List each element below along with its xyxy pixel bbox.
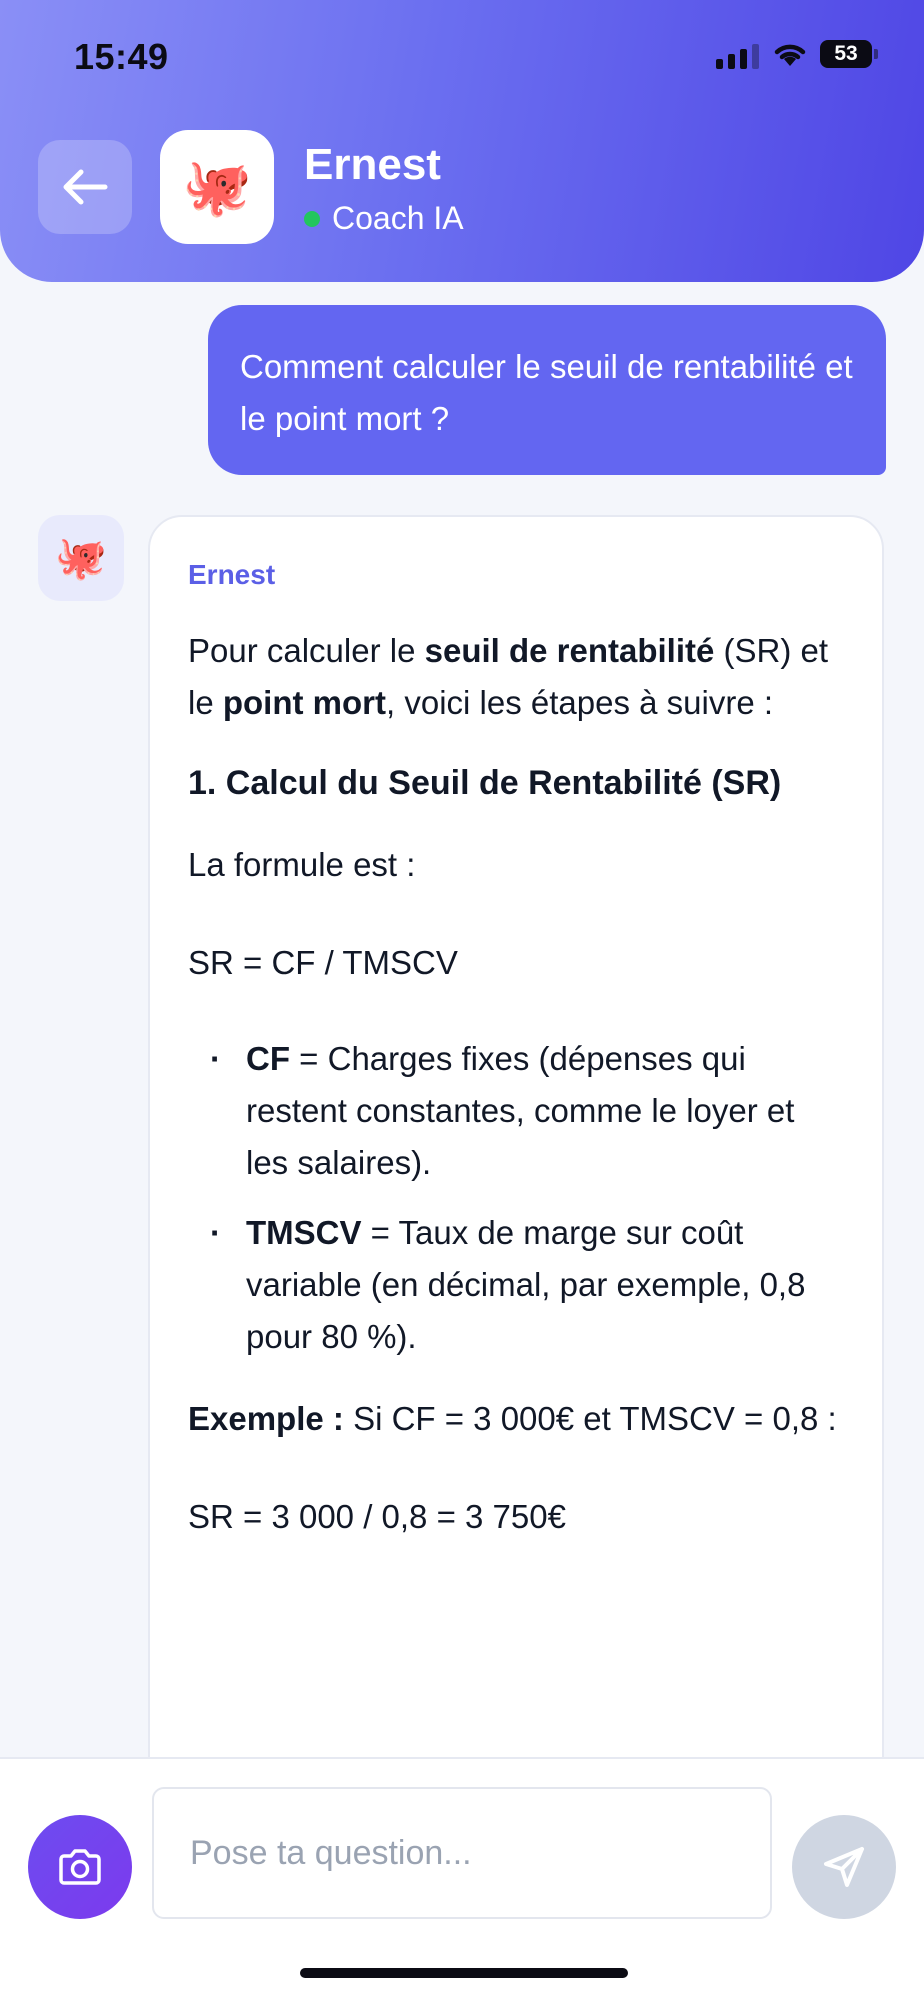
status-time: 15:49 — [74, 36, 169, 77]
bot-status: Coach IA — [304, 200, 464, 237]
battery-icon: 53 — [820, 40, 872, 68]
bot-message-bubble: Ernest Pour calculer le seuil de rentabi… — [148, 515, 884, 1845]
bot-intro-paragraph: Pour calculer le seuil de rentabilité (S… — [188, 632, 829, 721]
camera-button[interactable] — [28, 1815, 132, 1919]
formula-intro: La formule est : — [188, 846, 416, 883]
online-status-dot — [304, 210, 320, 227]
formula: SR = CF / TMSCV — [188, 944, 458, 981]
wifi-icon — [772, 38, 808, 73]
message-input[interactable] — [152, 1787, 772, 1919]
back-button[interactable] — [38, 140, 132, 234]
example-result: SR = 3 000 / 0,8 = 3 750€ — [188, 1498, 566, 1535]
list-item: CF = Charges fixes (dépenses qui restent… — [188, 1033, 844, 1189]
camera-icon — [59, 1849, 101, 1885]
user-message-bubble: Comment calculer le seuil de rentabilité… — [208, 305, 886, 475]
section-heading: 1. Calcul du Seuil de Rentabilité (SR) — [188, 764, 782, 802]
arrow-left-icon — [63, 169, 108, 205]
send-icon — [824, 1847, 864, 1887]
definition-list: CF = Charges fixes (dépenses qui restent… — [188, 1033, 844, 1363]
battery-tip — [874, 49, 878, 59]
example-paragraph: Exemple : Si CF = 3 000€ et TMSCV = 0,8 … — [188, 1400, 837, 1437]
bot-status-label: Coach IA — [332, 200, 464, 236]
home-indicator — [300, 1968, 628, 1978]
list-item: TMSCV = Taux de marge sur coût variable … — [188, 1207, 844, 1363]
cellular-signal-icon — [716, 44, 759, 69]
message-sender-name: Ernest — [188, 559, 276, 590]
bot-message-avatar: 🐙 — [38, 515, 124, 601]
bot-name: Ernest — [304, 140, 441, 189]
send-button[interactable] — [792, 1815, 896, 1919]
bot-avatar-header: 🐙 — [160, 130, 274, 244]
